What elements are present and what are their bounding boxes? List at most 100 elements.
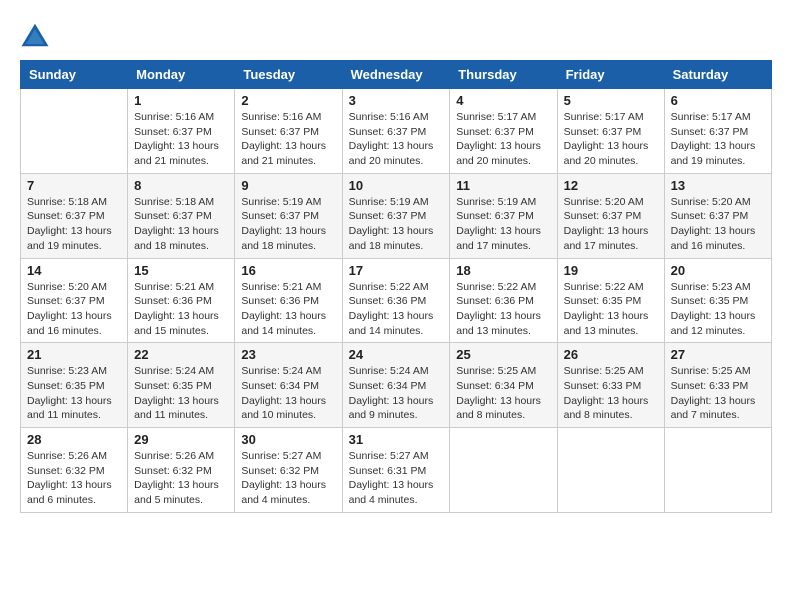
calendar-header-thursday: Thursday <box>450 61 557 89</box>
day-info: Sunrise: 5:24 AM Sunset: 6:34 PM Dayligh… <box>241 364 335 423</box>
calendar-table: SundayMondayTuesdayWednesdayThursdayFrid… <box>20 60 772 513</box>
day-number: 15 <box>134 263 228 278</box>
calendar-cell: 6 Sunrise: 5:17 AM Sunset: 6:37 PM Daylig… <box>664 89 771 174</box>
day-number: 24 <box>349 347 444 362</box>
calendar-week-row: 14Sunrise: 5:20 AM Sunset: 6:37 PM Dayli… <box>21 258 772 343</box>
day-number: 17 <box>349 263 444 278</box>
calendar-cell: 10 Sunrise: 5:19 AM Sunset: 6:37 PM Dayli… <box>342 173 450 258</box>
day-info: Sunrise: 5:23 AM Sunset: 6:35 PM Dayligh… <box>27 364 121 423</box>
calendar-cell: 19Sunrise: 5:22 AM Sunset: 6:35 PM Dayli… <box>557 258 664 343</box>
day-number: 3 <box>349 93 444 108</box>
day-number: 20 <box>671 263 765 278</box>
day-info: Sunrise: 5:19 AM Sunset: 6:37 PM Dayligh… <box>241 195 335 254</box>
day-info: Sunrise: 5:22 AM Sunset: 6:35 PM Dayligh… <box>564 280 658 339</box>
calendar-cell <box>664 428 771 513</box>
day-number: 8 <box>134 178 228 193</box>
calendar-cell: 26Sunrise: 5:25 AM Sunset: 6:33 PM Dayli… <box>557 343 664 428</box>
day-info: Sunrise: 5:23 AM Sunset: 6:35 PM Dayligh… <box>671 280 765 339</box>
calendar-cell: 25 Sunrise: 5:25 AM Sunset: 6:34 PM Dayli… <box>450 343 557 428</box>
day-info: Sunrise: 5:20 AM Sunset: 6:37 PM Dayligh… <box>671 195 765 254</box>
day-info: Sunrise: 5:16 AM Sunset: 6:37 PM Dayligh… <box>134 110 228 169</box>
day-info: Sunrise: 5:19 AM Sunset: 6:37 PM Dayligh… <box>349 195 444 254</box>
calendar-header-monday: Monday <box>128 61 235 89</box>
calendar-cell: 4 Sunrise: 5:17 AM Sunset: 6:37 PM Daylig… <box>450 89 557 174</box>
day-number: 4 <box>456 93 550 108</box>
calendar-cell <box>450 428 557 513</box>
calendar-cell: 21 Sunrise: 5:23 AM Sunset: 6:35 PM Dayli… <box>21 343 128 428</box>
day-info: Sunrise: 5:22 AM Sunset: 6:36 PM Dayligh… <box>456 280 550 339</box>
calendar-cell: 24 Sunrise: 5:24 AM Sunset: 6:34 PM Dayli… <box>342 343 450 428</box>
day-number: 5 <box>564 93 658 108</box>
day-info: Sunrise: 5:17 AM Sunset: 6:37 PM Dayligh… <box>564 110 658 169</box>
day-info: Sunrise: 5:21 AM Sunset: 6:36 PM Dayligh… <box>134 280 228 339</box>
calendar-cell: 17 Sunrise: 5:22 AM Sunset: 6:36 PM Dayli… <box>342 258 450 343</box>
logo <box>20 20 54 50</box>
calendar-cell <box>21 89 128 174</box>
calendar-cell: 5 Sunrise: 5:17 AM Sunset: 6:37 PM Daylig… <box>557 89 664 174</box>
day-number: 30 <box>241 432 335 447</box>
day-number: 11 <box>456 178 550 193</box>
day-info: Sunrise: 5:25 AM Sunset: 6:34 PM Dayligh… <box>456 364 550 423</box>
day-number: 29 <box>134 432 228 447</box>
calendar-cell: 13 Sunrise: 5:20 AM Sunset: 6:37 PM Dayli… <box>664 173 771 258</box>
day-number: 16 <box>241 263 335 278</box>
calendar-header-saturday: Saturday <box>664 61 771 89</box>
calendar-header-row: SundayMondayTuesdayWednesdayThursdayFrid… <box>21 61 772 89</box>
calendar-header-sunday: Sunday <box>21 61 128 89</box>
day-info: Sunrise: 5:27 AM Sunset: 6:31 PM Dayligh… <box>349 449 444 508</box>
calendar-cell: 12 Sunrise: 5:20 AM Sunset: 6:37 PM Dayli… <box>557 173 664 258</box>
day-number: 21 <box>27 347 121 362</box>
day-info: Sunrise: 5:25 AM Sunset: 6:33 PM Dayligh… <box>671 364 765 423</box>
day-info: Sunrise: 5:17 AM Sunset: 6:37 PM Dayligh… <box>671 110 765 169</box>
day-number: 12 <box>564 178 658 193</box>
page-header <box>20 20 772 50</box>
calendar-cell: 9Sunrise: 5:19 AM Sunset: 6:37 PM Daylig… <box>235 173 342 258</box>
logo-icon <box>20 20 50 50</box>
day-number: 25 <box>456 347 550 362</box>
calendar-cell <box>557 428 664 513</box>
day-number: 13 <box>671 178 765 193</box>
day-info: Sunrise: 5:19 AM Sunset: 6:37 PM Dayligh… <box>456 195 550 254</box>
calendar-cell: 27 Sunrise: 5:25 AM Sunset: 6:33 PM Dayli… <box>664 343 771 428</box>
day-info: Sunrise: 5:17 AM Sunset: 6:37 PM Dayligh… <box>456 110 550 169</box>
day-info: Sunrise: 5:16 AM Sunset: 6:37 PM Dayligh… <box>241 110 335 169</box>
day-info: Sunrise: 5:16 AM Sunset: 6:37 PM Dayligh… <box>349 110 444 169</box>
calendar-week-row: 7Sunrise: 5:18 AM Sunset: 6:37 PM Daylig… <box>21 173 772 258</box>
day-info: Sunrise: 5:20 AM Sunset: 6:37 PM Dayligh… <box>564 195 658 254</box>
calendar-header-friday: Friday <box>557 61 664 89</box>
day-info: Sunrise: 5:22 AM Sunset: 6:36 PM Dayligh… <box>349 280 444 339</box>
day-info: Sunrise: 5:24 AM Sunset: 6:35 PM Dayligh… <box>134 364 228 423</box>
calendar-week-row: 28 Sunrise: 5:26 AM Sunset: 6:32 PM Dayli… <box>21 428 772 513</box>
day-info: Sunrise: 5:20 AM Sunset: 6:37 PM Dayligh… <box>27 280 121 339</box>
calendar-cell: 11 Sunrise: 5:19 AM Sunset: 6:37 PM Dayli… <box>450 173 557 258</box>
day-number: 27 <box>671 347 765 362</box>
calendar-cell: 2Sunrise: 5:16 AM Sunset: 6:37 PM Daylig… <box>235 89 342 174</box>
calendar-cell: 15 Sunrise: 5:21 AM Sunset: 6:36 PM Dayli… <box>128 258 235 343</box>
day-number: 28 <box>27 432 121 447</box>
day-number: 31 <box>349 432 444 447</box>
day-number: 23 <box>241 347 335 362</box>
day-number: 22 <box>134 347 228 362</box>
calendar-cell: 20 Sunrise: 5:23 AM Sunset: 6:35 PM Dayli… <box>664 258 771 343</box>
day-info: Sunrise: 5:26 AM Sunset: 6:32 PM Dayligh… <box>134 449 228 508</box>
calendar-cell: 30Sunrise: 5:27 AM Sunset: 6:32 PM Dayli… <box>235 428 342 513</box>
calendar-cell: 3 Sunrise: 5:16 AM Sunset: 6:37 PM Daylig… <box>342 89 450 174</box>
day-number: 26 <box>564 347 658 362</box>
calendar-header-tuesday: Tuesday <box>235 61 342 89</box>
day-number: 18 <box>456 263 550 278</box>
calendar-week-row: 1Sunrise: 5:16 AM Sunset: 6:37 PM Daylig… <box>21 89 772 174</box>
day-info: Sunrise: 5:18 AM Sunset: 6:37 PM Dayligh… <box>134 195 228 254</box>
calendar-cell: 31 Sunrise: 5:27 AM Sunset: 6:31 PM Dayli… <box>342 428 450 513</box>
calendar-cell: 1Sunrise: 5:16 AM Sunset: 6:37 PM Daylig… <box>128 89 235 174</box>
calendar-cell: 7Sunrise: 5:18 AM Sunset: 6:37 PM Daylig… <box>21 173 128 258</box>
calendar-cell: 14Sunrise: 5:20 AM Sunset: 6:37 PM Dayli… <box>21 258 128 343</box>
calendar-cell: 16 Sunrise: 5:21 AM Sunset: 6:36 PM Dayli… <box>235 258 342 343</box>
day-number: 6 <box>671 93 765 108</box>
calendar-cell: 8 Sunrise: 5:18 AM Sunset: 6:37 PM Daylig… <box>128 173 235 258</box>
day-info: Sunrise: 5:26 AM Sunset: 6:32 PM Dayligh… <box>27 449 121 508</box>
day-info: Sunrise: 5:21 AM Sunset: 6:36 PM Dayligh… <box>241 280 335 339</box>
day-info: Sunrise: 5:24 AM Sunset: 6:34 PM Dayligh… <box>349 364 444 423</box>
calendar-header-wednesday: Wednesday <box>342 61 450 89</box>
calendar-cell: 18 Sunrise: 5:22 AM Sunset: 6:36 PM Dayli… <box>450 258 557 343</box>
day-number: 10 <box>349 178 444 193</box>
